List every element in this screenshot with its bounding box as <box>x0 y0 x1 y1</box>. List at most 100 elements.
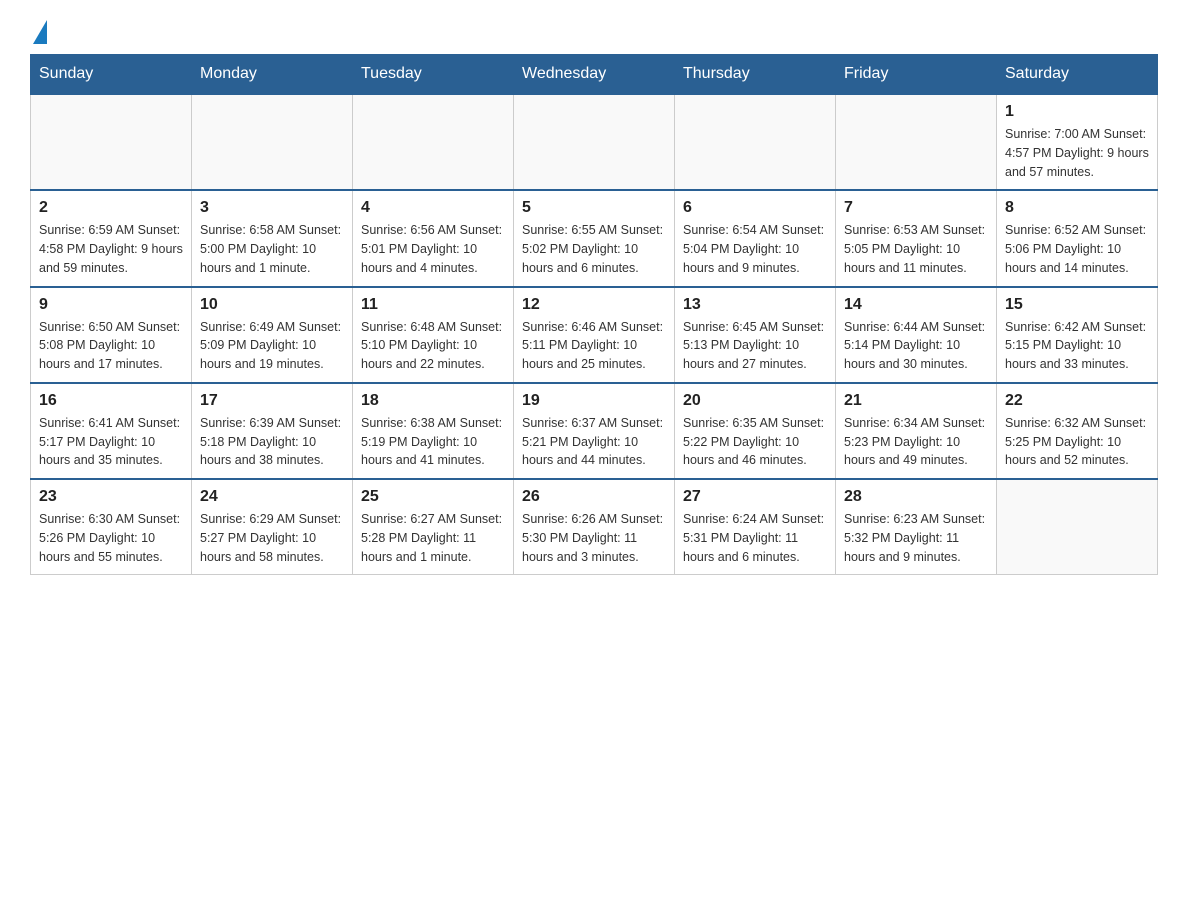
calendar-cell: 15 Sunrise: 6:42 AM Sunset: 5:15 PM Dayli… <box>997 287 1158 383</box>
calendar-cell: 1Sunrise: 7:00 AM Sunset: 4:57 PM Daylig… <box>997 94 1158 190</box>
calendar-cell: 20 Sunrise: 6:35 AM Sunset: 5:22 PM Dayli… <box>675 383 836 479</box>
calendar-cell: 5Sunrise: 6:55 AM Sunset: 5:02 PM Daylig… <box>514 190 675 286</box>
day-info: Sunrise: 6:59 AM Sunset: 4:58 PM Dayligh… <box>39 221 183 277</box>
day-info: Sunrise: 6:42 AM Sunset: 5:15 PM Dayligh… <box>1005 318 1149 374</box>
day-number: 10 <box>200 296 344 314</box>
calendar-cell: 13 Sunrise: 6:45 AM Sunset: 5:13 PM Dayli… <box>675 287 836 383</box>
day-info: Sunrise: 6:45 AM Sunset: 5:13 PM Dayligh… <box>683 318 827 374</box>
day-number: 8 <box>1005 199 1149 217</box>
logo-general <box>30 20 47 44</box>
day-number: 15 <box>1005 296 1149 314</box>
day-number: 16 <box>39 392 183 410</box>
calendar-cell <box>353 94 514 190</box>
calendar-cell: 14 Sunrise: 6:44 AM Sunset: 5:14 PM Dayli… <box>836 287 997 383</box>
day-number: 5 <box>522 199 666 217</box>
day-number: 26 <box>522 488 666 506</box>
day-info: Sunrise: 6:24 AM Sunset: 5:31 PM Dayligh… <box>683 510 827 566</box>
day-info: Sunrise: 6:23 AM Sunset: 5:32 PM Dayligh… <box>844 510 988 566</box>
calendar-cell <box>997 479 1158 575</box>
calendar-cell: 9 Sunrise: 6:50 AM Sunset: 5:08 PM Daylig… <box>31 287 192 383</box>
calendar-cell: 28 Sunrise: 6:23 AM Sunset: 5:32 PM Dayli… <box>836 479 997 575</box>
day-info: Sunrise: 6:53 AM Sunset: 5:05 PM Dayligh… <box>844 221 988 277</box>
calendar-header-row: SundayMondayTuesdayWednesdayThursdayFrid… <box>31 55 1158 95</box>
calendar-cell: 2 Sunrise: 6:59 AM Sunset: 4:58 PM Daylig… <box>31 190 192 286</box>
day-info: Sunrise: 6:48 AM Sunset: 5:10 PM Dayligh… <box>361 318 505 374</box>
day-info: Sunrise: 6:46 AM Sunset: 5:11 PM Dayligh… <box>522 318 666 374</box>
day-info: Sunrise: 6:30 AM Sunset: 5:26 PM Dayligh… <box>39 510 183 566</box>
day-info: Sunrise: 6:52 AM Sunset: 5:06 PM Dayligh… <box>1005 221 1149 277</box>
day-info: Sunrise: 6:35 AM Sunset: 5:22 PM Dayligh… <box>683 414 827 470</box>
calendar-cell: 26 Sunrise: 6:26 AM Sunset: 5:30 PM Dayli… <box>514 479 675 575</box>
day-number: 24 <box>200 488 344 506</box>
day-info: Sunrise: 6:58 AM Sunset: 5:00 PM Dayligh… <box>200 221 344 277</box>
column-header-friday: Friday <box>836 55 997 95</box>
day-number: 7 <box>844 199 988 217</box>
day-number: 20 <box>683 392 827 410</box>
day-number: 14 <box>844 296 988 314</box>
calendar-cell: 3Sunrise: 6:58 AM Sunset: 5:00 PM Daylig… <box>192 190 353 286</box>
calendar-cell: 19Sunrise: 6:37 AM Sunset: 5:21 PM Dayli… <box>514 383 675 479</box>
column-header-wednesday: Wednesday <box>514 55 675 95</box>
day-number: 19 <box>522 392 666 410</box>
week-row-2: 2 Sunrise: 6:59 AM Sunset: 4:58 PM Daylig… <box>31 190 1158 286</box>
day-info: Sunrise: 6:39 AM Sunset: 5:18 PM Dayligh… <box>200 414 344 470</box>
calendar-cell: 24 Sunrise: 6:29 AM Sunset: 5:27 PM Dayli… <box>192 479 353 575</box>
calendar-cell <box>514 94 675 190</box>
calendar-cell: 16 Sunrise: 6:41 AM Sunset: 5:17 PM Dayli… <box>31 383 192 479</box>
day-info: Sunrise: 6:34 AM Sunset: 5:23 PM Dayligh… <box>844 414 988 470</box>
column-header-saturday: Saturday <box>997 55 1158 95</box>
week-row-4: 16 Sunrise: 6:41 AM Sunset: 5:17 PM Dayli… <box>31 383 1158 479</box>
day-info: Sunrise: 6:32 AM Sunset: 5:25 PM Dayligh… <box>1005 414 1149 470</box>
calendar-cell: 18 Sunrise: 6:38 AM Sunset: 5:19 PM Dayli… <box>353 383 514 479</box>
day-info: Sunrise: 6:49 AM Sunset: 5:09 PM Dayligh… <box>200 318 344 374</box>
week-row-1: 1Sunrise: 7:00 AM Sunset: 4:57 PM Daylig… <box>31 94 1158 190</box>
day-info: Sunrise: 6:29 AM Sunset: 5:27 PM Dayligh… <box>200 510 344 566</box>
calendar-cell: 6 Sunrise: 6:54 AM Sunset: 5:04 PM Daylig… <box>675 190 836 286</box>
calendar-cell: 22 Sunrise: 6:32 AM Sunset: 5:25 PM Dayli… <box>997 383 1158 479</box>
calendar-cell <box>836 94 997 190</box>
day-number: 18 <box>361 392 505 410</box>
day-number: 23 <box>39 488 183 506</box>
day-info: Sunrise: 6:41 AM Sunset: 5:17 PM Dayligh… <box>39 414 183 470</box>
day-info: Sunrise: 6:54 AM Sunset: 5:04 PM Dayligh… <box>683 221 827 277</box>
calendar-cell: 11 Sunrise: 6:48 AM Sunset: 5:10 PM Dayli… <box>353 287 514 383</box>
day-number: 27 <box>683 488 827 506</box>
calendar-cell: 10 Sunrise: 6:49 AM Sunset: 5:09 PM Dayli… <box>192 287 353 383</box>
page-header <box>30 20 1158 44</box>
column-header-monday: Monday <box>192 55 353 95</box>
calendar-cell <box>675 94 836 190</box>
column-header-sunday: Sunday <box>31 55 192 95</box>
day-number: 28 <box>844 488 988 506</box>
week-row-5: 23 Sunrise: 6:30 AM Sunset: 5:26 PM Dayli… <box>31 479 1158 575</box>
column-header-thursday: Thursday <box>675 55 836 95</box>
day-info: Sunrise: 6:38 AM Sunset: 5:19 PM Dayligh… <box>361 414 505 470</box>
day-number: 17 <box>200 392 344 410</box>
day-number: 11 <box>361 296 505 314</box>
calendar-cell: 12 Sunrise: 6:46 AM Sunset: 5:11 PM Dayli… <box>514 287 675 383</box>
day-number: 25 <box>361 488 505 506</box>
calendar-cell: 23 Sunrise: 6:30 AM Sunset: 5:26 PM Dayli… <box>31 479 192 575</box>
day-number: 9 <box>39 296 183 314</box>
day-number: 2 <box>39 199 183 217</box>
day-info: Sunrise: 6:50 AM Sunset: 5:08 PM Dayligh… <box>39 318 183 374</box>
day-info: Sunrise: 6:44 AM Sunset: 5:14 PM Dayligh… <box>844 318 988 374</box>
calendar-cell <box>31 94 192 190</box>
column-header-tuesday: Tuesday <box>353 55 514 95</box>
day-number: 13 <box>683 296 827 314</box>
calendar-cell: 21 Sunrise: 6:34 AM Sunset: 5:23 PM Dayli… <box>836 383 997 479</box>
day-number: 12 <box>522 296 666 314</box>
logo <box>30 20 47 44</box>
day-number: 21 <box>844 392 988 410</box>
day-number: 4 <box>361 199 505 217</box>
calendar-cell: 8 Sunrise: 6:52 AM Sunset: 5:06 PM Daylig… <box>997 190 1158 286</box>
calendar-cell: 27 Sunrise: 6:24 AM Sunset: 5:31 PM Dayli… <box>675 479 836 575</box>
calendar-cell: 4Sunrise: 6:56 AM Sunset: 5:01 PM Daylig… <box>353 190 514 286</box>
calendar-cell: 7 Sunrise: 6:53 AM Sunset: 5:05 PM Daylig… <box>836 190 997 286</box>
logo-triangle-icon <box>33 20 47 44</box>
day-info: Sunrise: 6:26 AM Sunset: 5:30 PM Dayligh… <box>522 510 666 566</box>
calendar-cell: 25 Sunrise: 6:27 AM Sunset: 5:28 PM Dayli… <box>353 479 514 575</box>
day-info: Sunrise: 7:00 AM Sunset: 4:57 PM Dayligh… <box>1005 125 1149 181</box>
day-info: Sunrise: 6:27 AM Sunset: 5:28 PM Dayligh… <box>361 510 505 566</box>
day-number: 6 <box>683 199 827 217</box>
day-number: 22 <box>1005 392 1149 410</box>
